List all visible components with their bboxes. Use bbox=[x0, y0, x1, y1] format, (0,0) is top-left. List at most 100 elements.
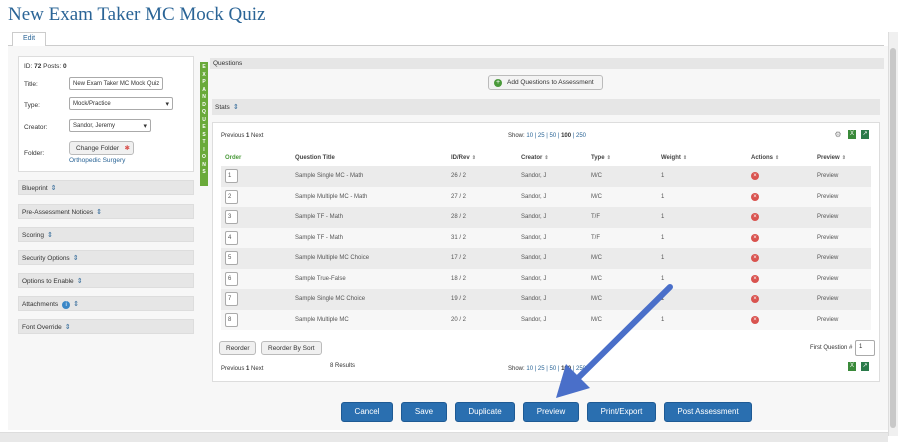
first-question-input[interactable]: 1 bbox=[855, 340, 875, 356]
weight-cell: 1 bbox=[657, 268, 747, 289]
preview-link[interactable]: Preview bbox=[813, 207, 871, 228]
title-input-value: New Exam Taker MC Mock Quiz bbox=[73, 81, 160, 87]
col-actions[interactable]: Actions ⇕ bbox=[747, 150, 813, 166]
order-input[interactable]: 2 bbox=[225, 189, 238, 204]
duplicate-button[interactable]: Duplicate bbox=[455, 402, 515, 422]
section-options-to-enable[interactable]: Options to Enable ⇕ bbox=[18, 273, 194, 288]
col-weight[interactable]: Weight ⇕ bbox=[657, 150, 747, 166]
col-question-title[interactable]: Question Title bbox=[291, 150, 447, 166]
id-rev-link[interactable]: 17 / 2 bbox=[447, 248, 517, 269]
id-rev-link[interactable]: 27 / 2 bbox=[447, 186, 517, 207]
delete-icon[interactable]: × bbox=[751, 192, 759, 201]
gear-icon[interactable]: ⚙ bbox=[834, 130, 842, 139]
id-rev-link[interactable]: 31 / 2 bbox=[447, 227, 517, 248]
pager-previous[interactable]: Previous bbox=[221, 133, 244, 139]
actions-cell: × bbox=[747, 186, 813, 207]
delete-icon[interactable]: × bbox=[751, 213, 759, 222]
show-per-page-top: Show: 10 | 25 | 50 | 100 | 250 bbox=[508, 133, 586, 139]
col-id-rev[interactable]: ID/Rev ⇕ bbox=[447, 150, 517, 166]
questions-header: Questions bbox=[210, 58, 884, 69]
export-icon[interactable]: ↗ bbox=[861, 130, 869, 139]
export-icon[interactable]: ↗ bbox=[861, 362, 869, 371]
id-rev-link[interactable]: 28 / 2 bbox=[447, 207, 517, 228]
save-button[interactable]: Save bbox=[401, 402, 447, 422]
order-input[interactable]: 1 bbox=[225, 169, 238, 184]
section-scoring[interactable]: Scoring ⇕ bbox=[18, 227, 194, 242]
pager-next[interactable]: Next bbox=[251, 366, 263, 372]
section-font-override[interactable]: Font Override ⇕ bbox=[18, 319, 194, 334]
show-options[interactable]: 10 | 25 | 50 | bbox=[526, 133, 559, 139]
table-row: 5 Sample Multiple MC Choice 17 / 2 Sandor, … bbox=[221, 248, 871, 269]
section-label: Scoring bbox=[22, 232, 45, 239]
order-input[interactable]: 7 bbox=[225, 292, 238, 307]
pager-previous[interactable]: Previous bbox=[221, 366, 244, 372]
section-pre-assessment-notices[interactable]: Pre-Assessment Notices ⇕ bbox=[18, 204, 194, 219]
section-attachments[interactable]: Attachments i ⇕ bbox=[18, 296, 194, 311]
excel-icon[interactable]: X bbox=[848, 362, 856, 371]
type-cell: M/C bbox=[587, 268, 657, 289]
preview-link[interactable]: Preview bbox=[813, 166, 871, 187]
cancel-button[interactable]: Cancel bbox=[341, 402, 393, 422]
id-rev-link[interactable]: 26 / 2 bbox=[447, 166, 517, 187]
print-export-button[interactable]: Print/Export bbox=[587, 402, 656, 422]
id-rev-link[interactable]: 18 / 2 bbox=[447, 268, 517, 289]
expand-questions-toggle[interactable]: EXPANDQUESTIONS bbox=[200, 62, 208, 186]
type-select[interactable]: Mock/Practice bbox=[69, 97, 173, 110]
preview-link[interactable]: Preview bbox=[813, 227, 871, 248]
id-rev-link[interactable]: 19 / 2 bbox=[447, 289, 517, 310]
table-row: 3 Sample TF - Math 28 / 2 Sandor, J T/F 1 × Pre… bbox=[221, 207, 871, 228]
col-order[interactable]: Order bbox=[221, 150, 291, 166]
actions-cell: × bbox=[747, 289, 813, 310]
question-title-cell: Sample TF - Math bbox=[291, 227, 447, 248]
order-input[interactable]: 8 bbox=[225, 312, 238, 327]
horizontal-scrollbar[interactable] bbox=[0, 432, 888, 442]
preview-link[interactable]: Preview bbox=[813, 268, 871, 289]
add-questions-button[interactable]: + Add Questions to Assessment bbox=[488, 75, 603, 90]
change-folder-button[interactable]: Change Folder ✱ bbox=[69, 141, 134, 155]
preview-link[interactable]: Preview bbox=[813, 186, 871, 207]
section-blueprint[interactable]: Blueprint ⇕ bbox=[18, 180, 194, 195]
id-rev-link[interactable]: 20 / 2 bbox=[447, 309, 517, 330]
tab-edit[interactable]: Edit bbox=[12, 32, 47, 46]
creator-cell: Sandor, J bbox=[517, 248, 587, 269]
order-input[interactable]: 3 bbox=[225, 210, 238, 225]
delete-icon[interactable]: × bbox=[751, 274, 759, 283]
reorder-by-sort-button[interactable]: Reorder By Sort bbox=[261, 341, 322, 355]
question-title-cell: Sample Multiple MC - Math bbox=[291, 186, 447, 207]
expand-icon: ⇕ bbox=[50, 185, 57, 192]
order-input[interactable]: 4 bbox=[225, 230, 238, 245]
folder-link[interactable]: Orthopedic Surgery bbox=[69, 157, 125, 164]
reorder-button[interactable]: Reorder bbox=[219, 341, 257, 355]
weight-cell: 1 bbox=[657, 309, 747, 330]
weight-cell: 1 bbox=[657, 248, 747, 269]
stats-section[interactable]: Stats ⇕ bbox=[212, 99, 880, 115]
preview-link[interactable]: Preview bbox=[813, 289, 871, 310]
pager-next[interactable]: Next bbox=[251, 133, 263, 139]
delete-icon[interactable]: × bbox=[751, 295, 759, 304]
preview-link[interactable]: Preview bbox=[813, 309, 871, 330]
creator-select[interactable]: Sandor, Jeremy bbox=[69, 119, 151, 132]
delete-icon[interactable]: × bbox=[751, 254, 759, 263]
show-option-250[interactable]: | 250 bbox=[573, 133, 586, 139]
title-input[interactable]: New Exam Taker MC Mock Quiz bbox=[69, 77, 163, 90]
delete-icon[interactable]: × bbox=[751, 233, 759, 242]
actions-cell: × bbox=[747, 309, 813, 330]
order-input[interactable]: 6 bbox=[225, 271, 238, 286]
show-option-250[interactable]: | 250 bbox=[573, 366, 586, 372]
col-type[interactable]: Type ⇕ bbox=[587, 150, 657, 166]
delete-icon[interactable]: × bbox=[751, 315, 759, 324]
post-assessment-button[interactable]: Post Assessment bbox=[664, 402, 752, 422]
col-preview[interactable]: Preview ⇕ bbox=[813, 150, 871, 166]
col-creator[interactable]: Creator ⇕ bbox=[517, 150, 587, 166]
order-input[interactable]: 5 bbox=[225, 251, 238, 266]
show-options[interactable]: 10 | 25 | 50 | bbox=[526, 366, 559, 372]
expand-letter: P bbox=[202, 79, 206, 85]
info-icon[interactable]: i bbox=[62, 301, 71, 309]
vertical-scrollbar-thumb[interactable] bbox=[890, 48, 896, 428]
preview-button[interactable]: Preview bbox=[523, 402, 579, 422]
creator-label: Creator: bbox=[24, 124, 48, 131]
preview-link[interactable]: Preview bbox=[813, 248, 871, 269]
excel-icon[interactable]: X bbox=[848, 130, 856, 139]
section-security-options[interactable]: Security Options ⇕ bbox=[18, 250, 194, 265]
delete-icon[interactable]: × bbox=[751, 172, 759, 181]
